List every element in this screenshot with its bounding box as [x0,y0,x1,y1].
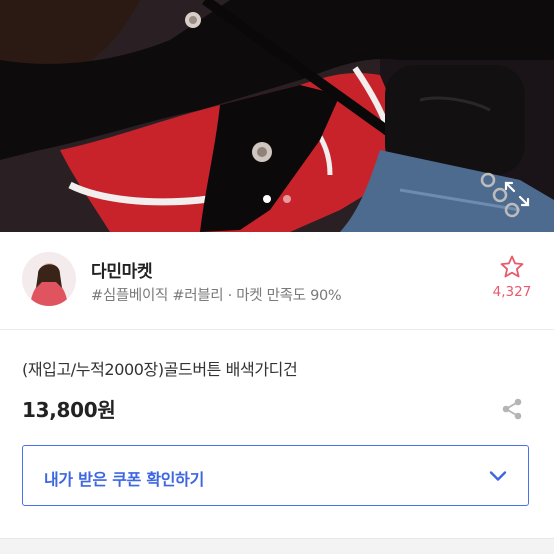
section-divider [0,538,554,554]
coupon-label: 내가 받은 쿠폰 확인하기 [44,470,205,489]
gallery-dot[interactable] [283,195,291,203]
product-title: (재입고/누적2000장)골드버튼 배색가디건 [22,360,298,379]
seller-section: 다민마켓 #심플베이직 #러블리 · 마켓 만족도 90% 4,327 [0,232,554,330]
seller-tags: #심플베이직 #러블리 · 마켓 만족도 90% [91,288,342,304]
chevron-down-icon [489,471,507,481]
expand-arrows-icon[interactable] [503,180,531,208]
favorite-count: 4,327 [492,284,532,300]
product-image-gallery[interactable] [0,0,554,232]
gallery-pagination [0,195,554,205]
star-outline-icon [500,255,524,278]
gallery-dot-active[interactable] [263,195,271,203]
product-price: 13,800원 [22,398,116,422]
favorite-button[interactable]: 4,327 [488,254,536,310]
seller-name[interactable]: 다민마켓 [91,257,153,282]
seller-avatar[interactable] [22,252,76,306]
coupon-check-button[interactable]: 내가 받은 쿠폰 확인하기 [22,445,529,506]
share-icon[interactable] [499,396,525,422]
